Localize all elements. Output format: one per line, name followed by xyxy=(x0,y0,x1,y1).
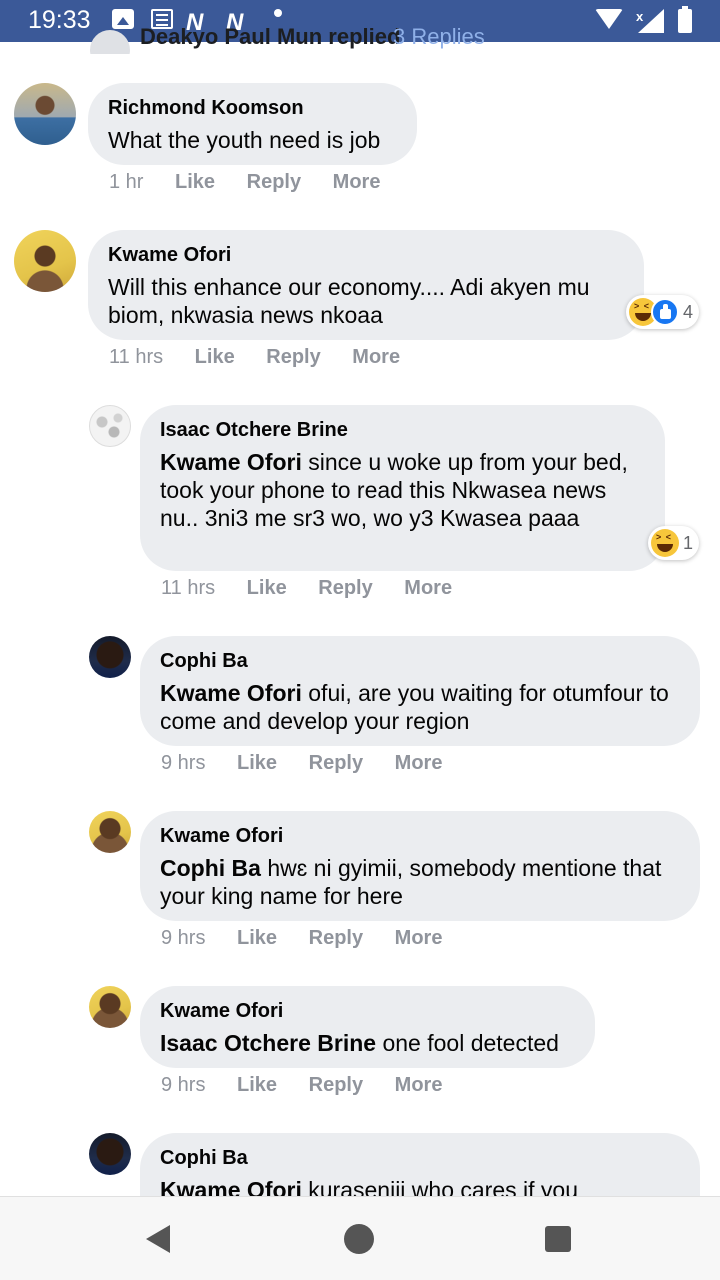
avatar[interactable] xyxy=(89,636,131,678)
comment-time: 11 hrs xyxy=(109,346,164,368)
comment-text: Cophi Ba hwɛ ni gyimii, somebody mention… xyxy=(160,854,680,910)
status-time: 19:33 xyxy=(28,6,91,34)
more-button[interactable]: More xyxy=(395,752,443,775)
comment-bubble: Richmond Koomson What the youth need is … xyxy=(88,83,417,165)
comment-text: What the youth need is job xyxy=(108,126,397,154)
like-button[interactable]: Like xyxy=(195,346,235,369)
like-button[interactable]: Like xyxy=(247,577,287,600)
avatar[interactable] xyxy=(89,811,131,853)
comment-body: What the youth need is job xyxy=(108,127,381,153)
comment-body: Will this enhance our economy.... Adi ak… xyxy=(108,274,590,328)
comment-time: 1 hr xyxy=(109,171,144,193)
navigation-bar xyxy=(0,1196,720,1280)
like-button[interactable]: Like xyxy=(237,1074,277,1097)
mention-link[interactable]: Cophi Ba xyxy=(160,855,261,881)
comment-bubble: Kwame Ofori Cophi Ba hwɛ ni gyimii, some… xyxy=(140,811,700,921)
comment-actions: 1 hr Like Reply More xyxy=(109,171,406,194)
more-button[interactable]: More xyxy=(395,927,443,950)
comment-author[interactable]: Kwame Ofori xyxy=(160,998,575,1024)
signal-icon xyxy=(638,9,664,33)
comment-author[interactable]: Richmond Koomson xyxy=(108,95,397,121)
comment-text: Will this enhance our economy.... Adi ak… xyxy=(108,273,624,329)
previous-replies-text: Deakyo Paul Mun replied xyxy=(140,24,401,49)
avatar[interactable] xyxy=(14,83,76,145)
avatar xyxy=(90,30,130,54)
previous-replies-link[interactable]: Deakyo Paul Mun replied 3 Replies xyxy=(88,22,508,54)
reply-button[interactable]: Reply xyxy=(309,927,363,950)
battery-icon xyxy=(678,6,692,33)
avatar[interactable] xyxy=(89,1133,131,1175)
comment-bubble: Kwame Ofori Will this enhance our econom… xyxy=(88,230,644,340)
reactions-summary[interactable]: 1 xyxy=(648,526,700,560)
previous-replies-count: 3 Replies xyxy=(393,24,485,49)
reply-button[interactable]: Reply xyxy=(309,752,363,775)
recent-apps-icon[interactable] xyxy=(545,1226,571,1252)
reply-button[interactable]: Reply xyxy=(266,346,320,369)
like-button[interactable]: Like xyxy=(237,752,277,775)
more-button[interactable]: More xyxy=(352,346,400,369)
comment-text: Kwame Ofori since u woke up from your be… xyxy=(160,448,645,532)
mention-link[interactable]: Kwame Ofori xyxy=(160,680,302,706)
comment-time: 11 hrs xyxy=(161,577,216,599)
wifi-icon xyxy=(595,9,623,29)
reactions-summary[interactable]: 4 xyxy=(626,295,700,329)
avatar[interactable] xyxy=(89,405,131,447)
reply-button[interactable]: Reply xyxy=(318,577,372,600)
comment-author[interactable]: Cophi Ba xyxy=(160,1145,680,1171)
avatar[interactable] xyxy=(89,986,131,1028)
reaction-count: 4 xyxy=(683,301,694,322)
reaction-count: 1 xyxy=(683,532,694,553)
comment-bubble: Isaac Otchere Brine Kwame Ofori since u … xyxy=(140,405,665,571)
home-icon[interactable] xyxy=(344,1224,374,1254)
like-button[interactable]: Like xyxy=(237,927,277,950)
comment-actions: 9 hrs Like Reply More xyxy=(161,927,468,950)
more-button[interactable]: More xyxy=(404,577,452,600)
comment-bubble: Kwame Ofori Isaac Otchere Brine one fool… xyxy=(140,986,595,1068)
comment-bubble: Cophi Ba Kwame Ofori ofui, are you waiti… xyxy=(140,636,700,746)
mention-link[interactable]: Kwame Ofori xyxy=(160,449,302,475)
comment-time: 9 hrs xyxy=(161,927,206,949)
more-button[interactable]: More xyxy=(395,1074,443,1097)
haha-icon xyxy=(651,529,679,557)
comment-actions: 11 hrs Like Reply More xyxy=(109,346,426,369)
dot-icon xyxy=(274,9,282,17)
like-button[interactable]: Like xyxy=(175,171,215,194)
comment-actions: 11 hrs Like Reply More xyxy=(161,577,478,600)
comment-text: Isaac Otchere Brine one fool detected xyxy=(160,1029,575,1057)
mention-link[interactable]: Isaac Otchere Brine xyxy=(160,1030,376,1056)
avatar[interactable] xyxy=(14,230,76,292)
comment-time: 9 hrs xyxy=(161,752,206,774)
back-icon[interactable] xyxy=(146,1225,170,1253)
comment-author[interactable]: Isaac Otchere Brine xyxy=(160,417,645,443)
comment-author[interactable]: Kwame Ofori xyxy=(160,823,680,849)
reply-button[interactable]: Reply xyxy=(247,171,301,194)
comment-text: Kwame Ofori ofui, are you waiting for ot… xyxy=(160,679,680,735)
more-button[interactable]: More xyxy=(333,171,381,194)
comment-author[interactable]: Kwame Ofori xyxy=(108,242,624,268)
comment-author[interactable]: Cophi Ba xyxy=(160,648,680,674)
comment-body: one fool detected xyxy=(376,1030,559,1056)
comment-actions: 9 hrs Like Reply More xyxy=(161,1074,468,1097)
like-reaction-icon xyxy=(651,298,679,326)
reply-button[interactable]: Reply xyxy=(309,1074,363,1097)
comment-actions: 9 hrs Like Reply More xyxy=(161,752,468,775)
comment-time: 9 hrs xyxy=(161,1074,206,1096)
